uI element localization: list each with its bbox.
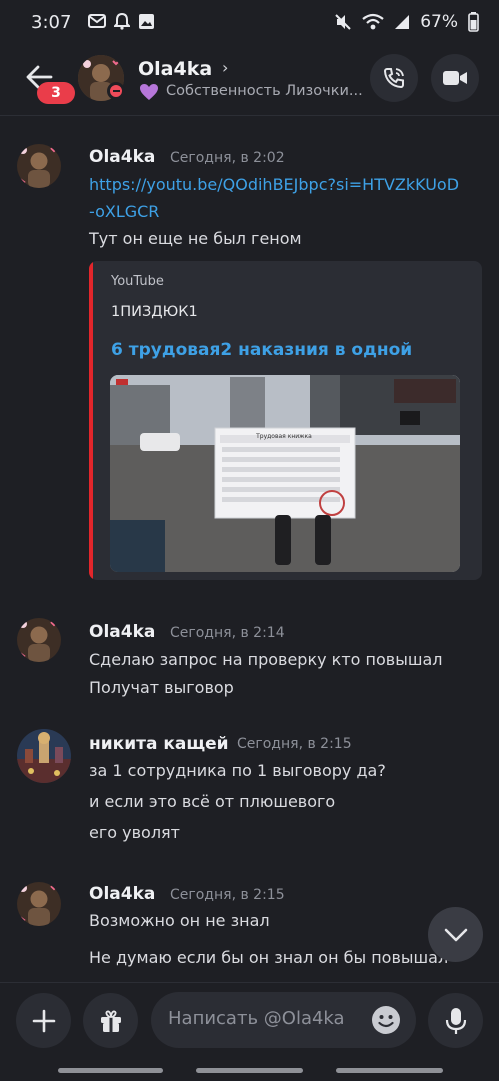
bell-icon [114,12,130,30]
heart-icon [140,84,158,100]
nav-pill-center [196,1068,303,1073]
chevron-down-icon [444,928,467,941]
video-thumbnail[interactable]: Трудовая книжка [110,375,460,572]
avatar-image [17,144,61,188]
header-divider [0,115,499,116]
avatar[interactable] [17,144,61,188]
youtube-embed[interactable]: YouTube 1ПИЗДЮК1 6 трудовая2 наказния в … [89,261,482,580]
message-text: Тут он еще не был геном [89,229,302,248]
message-text: и если это всё от плюшевого [89,792,336,811]
nav-pill-right [336,1068,443,1073]
video-camera-icon [443,71,467,85]
signal-icon [395,15,410,29]
message-author[interactable]: Ola4ka [89,622,155,642]
emoji-icon [372,1006,400,1034]
status-bar: 3:07 67% [0,0,499,46]
wifi-icon [362,13,384,30]
avatar-image [17,729,71,783]
add-attachment-button[interactable] [16,993,71,1048]
header-name[interactable]: Ola4ka [138,58,212,80]
battery-icon [468,12,479,32]
message-link[interactable]: https://youtu.be/QOdihBEJbpc?si=HTVZkKUo… [89,175,459,194]
scroll-to-bottom-button[interactable] [428,907,483,962]
message-timestamp: Сегодня, в 2:02 [170,150,285,166]
plus-icon [32,1009,55,1032]
message-timestamp: Сегодня, в 2:15 [237,736,352,752]
dnd-status-icon [107,82,125,100]
custom-status: Собственность Лизочки... [166,83,363,99]
thumbnail-panel-title: Трудовая книжка [256,433,312,440]
gift-icon [100,1010,121,1032]
thumbnail-image [110,375,460,572]
embed-provider[interactable]: YouTube [111,274,164,289]
voice-call-button[interactable] [370,54,418,102]
embed-accent-bar [89,261,93,580]
mail-icon [88,14,106,28]
video-call-button[interactable] [431,54,479,102]
message-author[interactable]: никита кащей [89,734,229,754]
message-text: Сделаю запрос на проверку кто повышал [89,650,443,669]
avatar-image [17,882,61,926]
message-timestamp: Сегодня, в 2:14 [170,625,285,641]
embed-title[interactable]: 6 трудовая2 наказния в одной [111,340,412,360]
message-text: Не думаю если бы он знал он бы повышал [89,948,449,967]
chevron-right-icon[interactable]: › [222,58,228,77]
chat-header [0,46,499,116]
avatar[interactable] [17,729,71,783]
image-icon [139,13,154,29]
mute-icon [335,14,351,30]
emoji-button[interactable] [371,1005,401,1035]
unread-badge: 3 [37,82,75,104]
message-timestamp: Сегодня, в 2:15 [170,887,285,903]
message-author[interactable]: Ola4ka [89,147,155,167]
battery-text: 67% [420,12,458,32]
status-time: 3:07 [31,12,72,33]
message-link-continued[interactable]: -oXLGCR [89,202,159,221]
nav-pill-left [58,1068,163,1073]
microphone-icon [445,1007,466,1034]
gift-button[interactable] [83,993,138,1048]
message-text: Получат выговор [89,678,234,697]
message-author[interactable]: Ola4ka [89,884,155,904]
status-right: 67% [334,12,479,32]
message-text: его уволят [89,823,180,842]
avatar[interactable] [17,618,61,662]
avatar[interactable] [17,882,61,926]
notification-icons [88,12,155,30]
phone-call-icon [383,68,404,89]
avatar-image [17,618,61,662]
embed-author[interactable]: 1ПИЗДЮК1 [111,304,198,320]
message-text: за 1 сотрудника по 1 выговору да? [89,761,386,780]
message-input-placeholder[interactable]: Написать @Ola4ka [168,1008,345,1029]
message-text: Возможно он не знал [89,911,270,930]
voice-message-button[interactable] [428,993,483,1048]
